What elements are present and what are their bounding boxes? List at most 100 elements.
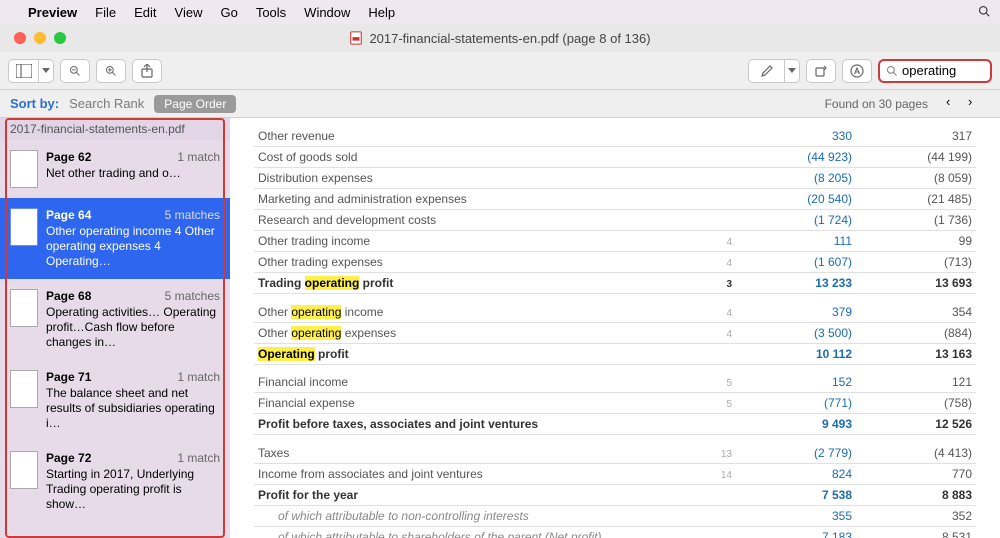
table-row: Other trading income411199	[254, 231, 976, 252]
row-value-current: (1 724)	[736, 210, 856, 231]
row-value-prior: 121	[856, 372, 976, 393]
row-value-prior: 770	[856, 463, 976, 484]
share-button[interactable]	[132, 59, 162, 83]
row-note	[706, 526, 736, 538]
row-note: 4	[706, 231, 736, 252]
row-value-current: 355	[736, 505, 856, 526]
row-label: Profit before taxes, associates and join…	[254, 414, 706, 435]
row-label: of which attributable to shareholders of…	[254, 526, 706, 538]
row-value-prior: (4 413)	[856, 443, 976, 464]
result-snippet: Net other trading and o…	[46, 166, 220, 181]
row-value-current: 824	[736, 463, 856, 484]
row-note: 4	[706, 252, 736, 273]
next-result-button[interactable]: ›	[968, 94, 990, 114]
row-value-prior: 8 883	[856, 484, 976, 505]
table-row: Profit for the year7 5388 883	[254, 484, 976, 505]
row-label: Marketing and administration expenses	[254, 189, 706, 210]
row-value-current: (3 500)	[736, 322, 856, 343]
close-button[interactable]	[14, 32, 26, 44]
row-value-prior: (21 485)	[856, 189, 976, 210]
search-result[interactable]: Page 711 matchThe balance sheet and net …	[0, 360, 230, 441]
markup-menu-button[interactable]	[784, 59, 800, 83]
search-result[interactable]: Page 645 matchesOther operating income 4…	[0, 198, 230, 279]
row-label: Financial income	[254, 372, 706, 393]
row-value-current: (1 607)	[736, 252, 856, 273]
table-row: Research and development costs(1 724)(1 …	[254, 210, 976, 231]
table-row: Other trading expenses4(1 607)(713)	[254, 252, 976, 273]
page-thumbnail	[10, 208, 38, 246]
row-label: Operating profit	[254, 343, 706, 364]
row-label: Other operating income	[254, 302, 706, 323]
row-value-prior: 8 531	[856, 526, 976, 538]
result-page: Page 62	[46, 150, 91, 164]
row-note	[706, 126, 736, 147]
titlebar: 2017-financial-statements-en.pdf (page 8…	[0, 24, 1000, 52]
row-label: Other trading expenses	[254, 252, 706, 273]
row-note	[706, 189, 736, 210]
page-thumbnail	[10, 370, 38, 408]
markup-toolbar-button[interactable]	[842, 59, 872, 83]
table-row: Trading operating profit313 23313 693	[254, 273, 976, 294]
row-label: Other revenue	[254, 126, 706, 147]
row-value-prior: (713)	[856, 252, 976, 273]
search-result[interactable]: Page 721 matchStarting in 2017, Underlyi…	[0, 441, 230, 522]
row-value-current: 10 112	[736, 343, 856, 364]
page-thumbnail	[10, 451, 38, 489]
menu-window[interactable]: Window	[304, 5, 350, 20]
menu-edit[interactable]: Edit	[134, 5, 156, 20]
menu-go[interactable]: Go	[220, 5, 237, 20]
row-label: Other trading income	[254, 231, 706, 252]
row-value-current: 9 493	[736, 414, 856, 435]
search-field[interactable]	[878, 59, 992, 83]
sort-rank-button[interactable]: Search Rank	[69, 96, 144, 111]
table-row: Marketing and administration expenses(20…	[254, 189, 976, 210]
row-value-current: (2 779)	[736, 443, 856, 464]
page-view[interactable]: Other revenue330317Cost of goods sold(44…	[230, 118, 1000, 538]
search-results-count: Found on 30 pages	[825, 97, 928, 111]
row-note	[706, 505, 736, 526]
row-label: Cost of goods sold	[254, 147, 706, 168]
toolbar	[0, 52, 1000, 90]
menu-help[interactable]: Help	[368, 5, 395, 20]
zoom-out-button[interactable]	[60, 59, 90, 83]
result-count: 5 matches	[165, 289, 220, 303]
zoom-in-button[interactable]	[96, 59, 126, 83]
table-row: Other operating expenses4(3 500)(884)	[254, 322, 976, 343]
row-note: 14	[706, 463, 736, 484]
row-note	[706, 168, 736, 189]
zoom-button[interactable]	[54, 32, 66, 44]
result-snippet: The balance sheet and net results of sub…	[46, 386, 220, 431]
spotlight-icon[interactable]	[978, 5, 990, 20]
row-value-prior: (44 199)	[856, 147, 976, 168]
markup-button[interactable]	[748, 59, 784, 83]
page-thumbnail	[10, 289, 38, 327]
menu-tools[interactable]: Tools	[256, 5, 286, 20]
minimize-button[interactable]	[34, 32, 46, 44]
row-value-current: 152	[736, 372, 856, 393]
table-row: Income from associates and joint venture…	[254, 463, 976, 484]
row-value-prior: (758)	[856, 393, 976, 414]
row-note: 5	[706, 393, 736, 414]
pdf-icon	[349, 31, 363, 45]
result-count: 1 match	[177, 150, 220, 164]
search-result[interactable]: Page 685 matchesOperating activities… Op…	[0, 279, 230, 360]
row-value-prior: 352	[856, 505, 976, 526]
rotate-button[interactable]	[806, 59, 836, 83]
sidebar-toggle-button[interactable]	[8, 59, 38, 83]
prev-result-button[interactable]: ‹	[946, 94, 968, 114]
row-note: 4	[706, 322, 736, 343]
search-input[interactable]	[902, 63, 980, 78]
table-row: Cost of goods sold(44 923)(44 199)	[254, 147, 976, 168]
sort-page-order-button[interactable]: Page Order	[154, 95, 236, 113]
row-label: Taxes	[254, 443, 706, 464]
sidebar-menu-button[interactable]	[38, 59, 54, 83]
menu-file[interactable]: File	[95, 5, 116, 20]
row-value-prior: 317	[856, 126, 976, 147]
row-value-prior: (8 059)	[856, 168, 976, 189]
row-value-prior: 13 693	[856, 273, 976, 294]
app-menu[interactable]: Preview	[28, 5, 77, 20]
menu-view[interactable]: View	[175, 5, 203, 20]
page-thumbnail	[10, 150, 38, 188]
row-label: Distribution expenses	[254, 168, 706, 189]
search-result[interactable]: Page 62 1 match Net other trading and o…	[0, 140, 230, 198]
